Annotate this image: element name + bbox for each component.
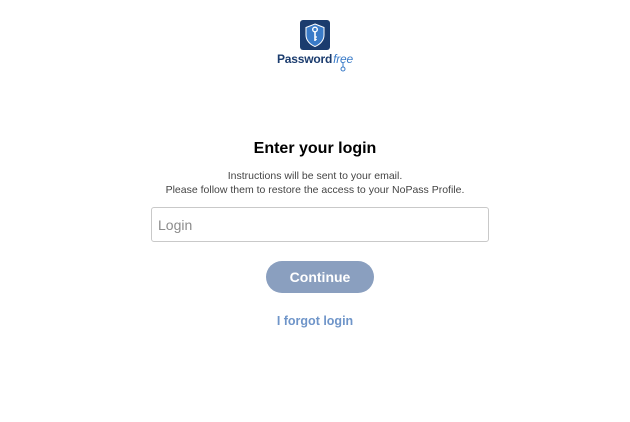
logo-wordmark: Password free xyxy=(277,52,353,72)
instructions-line-1: Instructions will be sent to your email. xyxy=(227,170,403,182)
shield-key-icon xyxy=(300,20,330,50)
logo-word-accent: free xyxy=(333,52,353,72)
continue-button[interactable]: Continue xyxy=(266,261,374,293)
page-title: Enter your login xyxy=(253,140,377,157)
login-input[interactable] xyxy=(151,207,489,242)
forgot-login-link[interactable]: I forgot login xyxy=(0,314,630,328)
instructions-line-2: Please follow them to restore the access… xyxy=(165,184,465,196)
instructions-text: Instructions will be sent to your email.… xyxy=(0,169,630,197)
logo-word-main: Password xyxy=(277,52,333,66)
key-icon xyxy=(340,62,346,72)
passwordfree-logo: Password free xyxy=(0,20,630,72)
login-recovery-page: Password free Enter your login Instructio… xyxy=(0,0,630,422)
